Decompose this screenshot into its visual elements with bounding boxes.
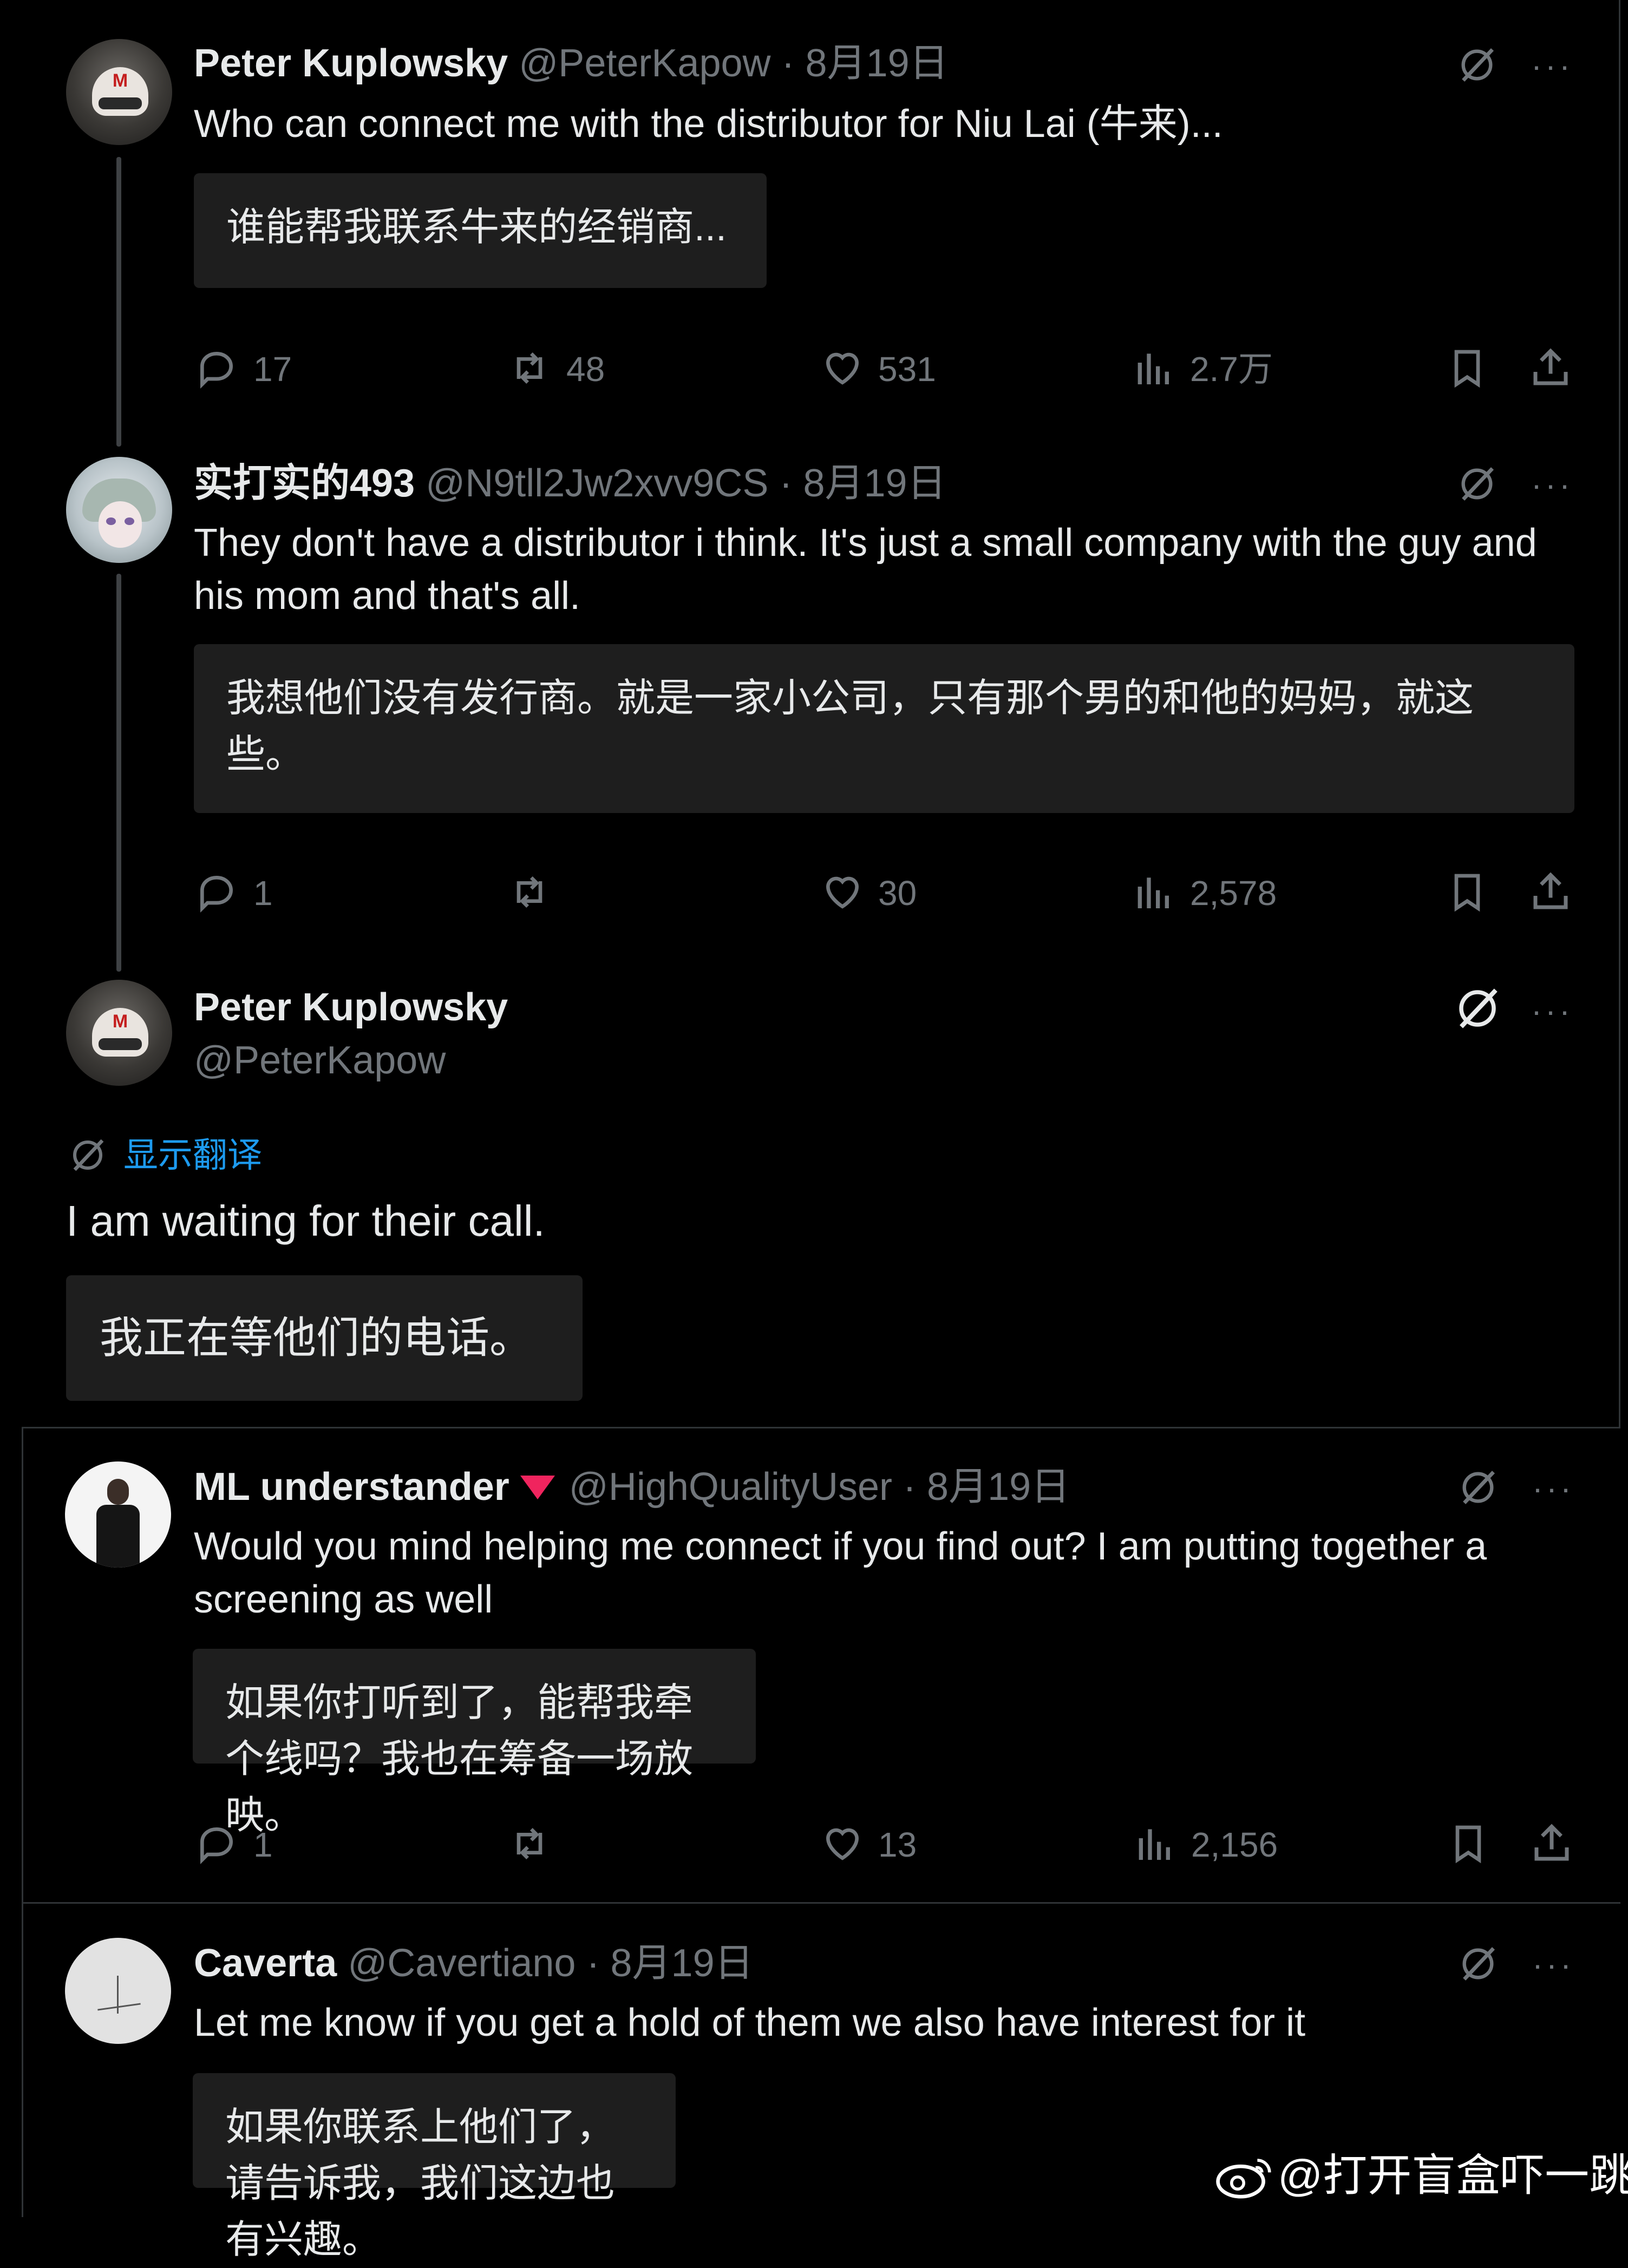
reply-count: 17	[253, 350, 292, 389]
avatar[interactable]: M	[66, 980, 172, 1086]
avatar[interactable]	[65, 1461, 171, 1568]
tweet-header: Peter Kuplowsky @PeterKapow · 8月19日	[194, 39, 949, 88]
author-handle[interactable]: @Cavertiano	[348, 1942, 576, 1985]
tweet-date[interactable]: 8月19日	[806, 42, 949, 85]
more-icon[interactable]: ···	[1532, 1472, 1574, 1505]
tweet-header: 实打实的493 @N9tll2Jw2xvv9CS · 8月19日	[194, 459, 946, 508]
separator-dot: ·	[903, 1465, 917, 1509]
author-name[interactable]: Caverta	[194, 1942, 337, 1985]
more-icon[interactable]: ···	[1531, 995, 1573, 1027]
translate-icon	[73, 1139, 104, 1171]
translation-box: 我想他们没有发行商。就是一家小公司，只有那个男的和他的妈妈，就这些。	[194, 644, 1574, 813]
author-handle[interactable]: @HighQualityUser	[569, 1465, 892, 1509]
views-icon[interactable]	[1134, 1822, 1177, 1865]
translate-icon[interactable]	[1456, 44, 1498, 86]
heart-icon[interactable]	[820, 1822, 865, 1865]
views-count: 2,156	[1191, 1825, 1278, 1864]
tweet-date[interactable]: 8月19日	[610, 1942, 753, 1985]
more-icon[interactable]: ···	[1531, 50, 1573, 82]
badge-icon	[520, 1475, 555, 1499]
more-icon[interactable]: ···	[1531, 469, 1573, 501]
avatar[interactable]	[65, 1938, 171, 2044]
tweet-header: ML understander @HighQualityUser · 8月19日	[194, 1463, 1070, 1511]
author-name[interactable]: 实打实的493	[194, 462, 415, 505]
tweet-text: They don't have a distributor i think. I…	[194, 521, 1537, 618]
watermark: @打开盲盒吓一跳	[1278, 2151, 1628, 2200]
translation-text: 我想他们没有发行商。就是一家小公司，只有那个男的和他的妈妈，就这些。	[226, 677, 1474, 776]
avatar[interactable]: M	[66, 39, 172, 145]
thread-line	[116, 574, 121, 972]
more-icon[interactable]: ···	[1532, 1949, 1574, 1981]
retweet-icon[interactable]	[507, 870, 552, 914]
divider	[22, 1902, 1620, 1904]
translation-box: 我正在等他们的电话。	[66, 1275, 583, 1401]
translation-text: 谁能帮我联系牛来的经销商...	[226, 206, 727, 249]
share-icon[interactable]	[1528, 345, 1573, 391]
tweet-text: Who can connect me with the distributor …	[194, 102, 1223, 146]
translation-box: 如果你打听到了，能帮我牵个线吗？我也在筹备一场放映。	[193, 1649, 756, 1837]
translation-box: 谁能帮我联系牛来的经销商...	[194, 173, 767, 288]
avatar[interactable]	[66, 457, 172, 563]
author-handle[interactable]: @N9tll2Jw2xvv9CS	[426, 462, 768, 505]
translate-icon[interactable]	[1457, 1467, 1499, 1508]
bookmark-icon[interactable]	[1447, 1821, 1490, 1866]
separator-dot: ·	[779, 462, 793, 505]
translation-box: 如果你联系上他们了，请告诉我，我们这边也有兴趣。	[193, 2073, 676, 2262]
tweet-text: Let me know if you get a hold of them we…	[194, 2001, 1306, 2044]
translation-text: 如果你联系上他们了，请告诉我，我们这边也有兴趣。	[225, 2106, 616, 2262]
author-handle-text[interactable]: @PeterKapow	[194, 1039, 446, 1082]
retweet-icon[interactable]	[507, 1822, 552, 1865]
views-icon[interactable]	[1133, 870, 1176, 914]
divider	[22, 1427, 23, 2217]
translation-text: 我正在等他们的电话。	[100, 1314, 533, 1362]
retweet-icon[interactable]	[507, 346, 552, 390]
divider	[22, 1427, 1620, 1428]
tweet-text: I am waiting for their call.	[66, 1197, 545, 1245]
like-count: 531	[878, 350, 936, 389]
tweet-date[interactable]: 8月19日	[927, 1465, 1070, 1509]
tweet-header: Caverta @Cavertiano · 8月19日	[194, 1939, 754, 1988]
separator-dot: ·	[586, 1942, 600, 1985]
author-name-text[interactable]: Peter Kuplowsky	[194, 986, 508, 1029]
author-handle[interactable]: @PeterKapow	[194, 1036, 446, 1085]
share-icon[interactable]	[1528, 869, 1573, 915]
views-count: 2,578	[1190, 874, 1277, 913]
like-count: 30	[878, 874, 917, 913]
bookmark-icon[interactable]	[1446, 345, 1489, 391]
thread-line	[116, 157, 121, 447]
author-handle[interactable]: @PeterKapow	[519, 42, 770, 85]
separator-dot: ·	[781, 42, 795, 85]
reply-count: 1	[253, 874, 273, 913]
translation-text: 如果你打听到了，能帮我牵个线吗？我也在筹备一场放映。	[225, 1681, 694, 1837]
retweet-count: 48	[566, 350, 605, 389]
reply-icon[interactable]	[195, 1822, 238, 1865]
tweet-text: Would you mind helping me connect if you…	[194, 1525, 1487, 1621]
bookmark-icon[interactable]	[1446, 869, 1489, 915]
show-translation-link[interactable]: 显示翻译	[123, 1133, 262, 1177]
reply-icon[interactable]	[195, 870, 238, 914]
reply-icon[interactable]	[195, 346, 238, 390]
share-icon[interactable]	[1529, 1821, 1574, 1866]
author-name[interactable]: ML understander	[194, 1465, 509, 1509]
translate-icon[interactable]	[1453, 984, 1502, 1033]
reply-count: 1	[253, 1825, 273, 1864]
tweet-date[interactable]: 8月19日	[803, 462, 946, 505]
author-name[interactable]: Peter Kuplowsky	[194, 42, 508, 85]
heart-icon[interactable]	[820, 870, 865, 914]
like-count: 13	[878, 1825, 917, 1864]
translate-icon[interactable]	[1456, 463, 1498, 504]
heart-icon[interactable]	[820, 346, 865, 390]
author-name[interactable]: Peter Kuplowsky	[194, 983, 508, 1032]
divider	[1619, 0, 1620, 1427]
views-count: 2.7万	[1190, 350, 1273, 389]
translate-icon[interactable]	[1457, 1943, 1499, 1984]
weibo-icon	[1216, 2159, 1271, 2199]
views-icon[interactable]	[1133, 346, 1176, 390]
